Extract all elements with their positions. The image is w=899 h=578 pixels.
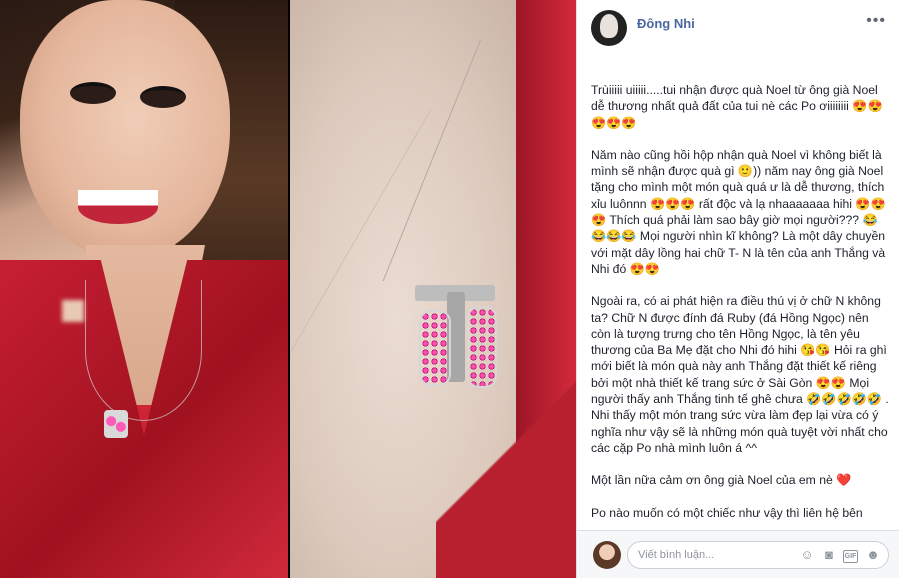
comment-bar: Viết bình luận... ☺ ◙ GIF ☻ (577, 530, 899, 578)
pendant-n-left-ruby (419, 310, 451, 386)
photo-blur-patch (62, 300, 84, 322)
post-panel: Đông Nhi ••• Trùiiiii uiiiii.....tui nhậ… (576, 0, 899, 578)
post-header: Đông Nhi ••• (577, 0, 899, 52)
photo-smile (78, 190, 158, 224)
camera-icon[interactable]: ◙ (822, 548, 836, 562)
photo-necklace-chain (85, 280, 202, 421)
post-paragraph: Năm nào cũng hồi hộp nhận quà Noel vì kh… (591, 147, 889, 276)
author-avatar[interactable] (591, 10, 627, 46)
photo-selfie[interactable] (0, 0, 288, 578)
gif-icon[interactable]: GIF (843, 550, 858, 563)
photo-pendant-small (104, 410, 128, 438)
pendant-n-right-ruby (467, 306, 497, 388)
post-paragraph: Ngoài ra, có ai phát hiện ra điều thú vị… (591, 294, 889, 455)
closeup-tn-pendant (405, 280, 505, 400)
more-dots-icon[interactable]: ••• (866, 12, 886, 30)
sticker-icon[interactable]: ☻ (866, 548, 880, 562)
commenter-avatar (593, 541, 621, 569)
photo-eye-right (140, 86, 186, 108)
post-paragraph: Trùiiiii uiiiii.....tui nhận được quà No… (591, 83, 883, 130)
post-paragraph: Một lần nữa cảm ơn ông già Noel của em n… (591, 473, 852, 488)
photo-pendant-closeup[interactable] (290, 0, 576, 578)
comment-placeholder: Viết bình luận... (638, 549, 715, 561)
author-name[interactable]: Đông Nhi (637, 16, 695, 31)
smile-icon[interactable]: ☺ (800, 548, 814, 562)
photo-area[interactable] (0, 0, 576, 578)
post-text: Trùiiiii uiiiii.....tui nhận được quà No… (591, 82, 889, 530)
photo-eye-left (70, 82, 116, 104)
comment-input[interactable]: Viết bình luận... ☺ ◙ GIF ☻ (627, 541, 889, 569)
post-paragraph: Po nào muốn có một chiếc như vậy thì liê… (591, 505, 863, 520)
